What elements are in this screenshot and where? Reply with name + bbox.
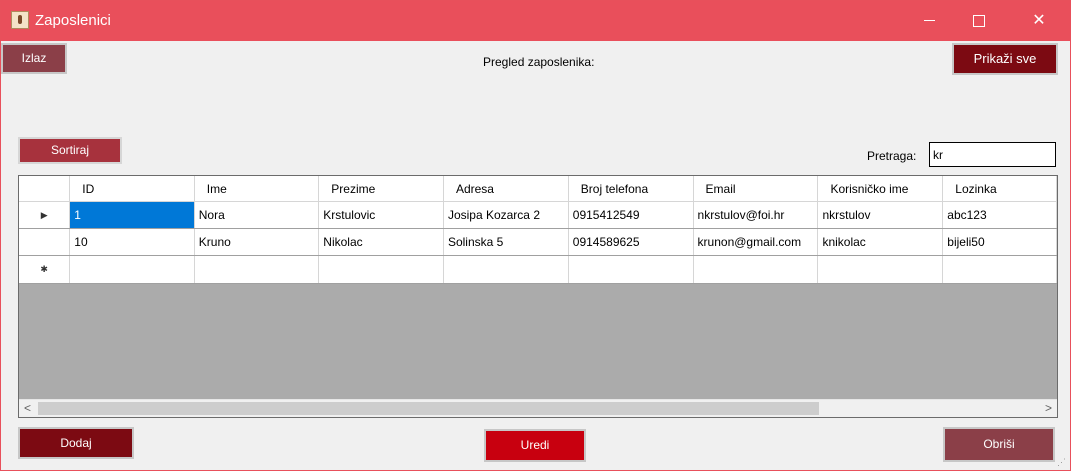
row-header-cell[interactable]: [19, 228, 71, 256]
corner-header-cell: [19, 176, 71, 202]
column-header-adresa[interactable]: Adresa: [443, 176, 569, 202]
column-header-lozinka[interactable]: Lozinka: [942, 176, 1057, 202]
cell-adresa[interactable]: Solinska 5: [443, 228, 569, 256]
cell-broj-telefona[interactable]: 0915412549: [568, 201, 694, 229]
main-window: Zaposlenici ✕ Izlaz Pregled zaposlenika:…: [0, 0, 1071, 471]
search-label: Pretraga:: [867, 149, 917, 163]
cell-email[interactable]: krunon@gmail.com: [693, 228, 819, 256]
column-header-ime[interactable]: Ime: [194, 176, 320, 202]
title-bar[interactable]: Zaposlenici ✕: [1, 1, 1070, 41]
maximize-icon: [973, 14, 985, 27]
employees-grid[interactable]: ID Ime Prezime Adresa Broj telefona Emai…: [18, 175, 1058, 418]
cell-adresa[interactable]: Josipa Kozarca 2: [443, 201, 569, 229]
maximize-button[interactable]: [956, 1, 1002, 41]
new-cell[interactable]: [194, 255, 320, 284]
column-header-broj-telefona[interactable]: Broj telefona: [568, 176, 694, 202]
employees-table: ID Ime Prezime Adresa Broj telefona Emai…: [19, 176, 1057, 284]
new-cell[interactable]: [443, 255, 569, 284]
cell-prezime[interactable]: Nikolac: [318, 228, 444, 256]
cell-korisnicko-ime[interactable]: knikolac: [817, 228, 944, 256]
new-row[interactable]: ✱: [19, 255, 1057, 284]
column-header-prezime[interactable]: Prezime: [318, 176, 444, 202]
new-cell[interactable]: [69, 255, 195, 284]
column-header-id[interactable]: ID: [69, 176, 195, 202]
new-cell[interactable]: [568, 255, 694, 284]
show-all-button[interactable]: Prikaži sve: [952, 43, 1058, 75]
cell-id[interactable]: 10: [69, 228, 195, 256]
new-cell[interactable]: [693, 255, 819, 284]
scroll-left-icon[interactable]: <: [19, 400, 36, 417]
header-row: ID Ime Prezime Adresa Broj telefona Emai…: [19, 176, 1057, 202]
page-title: Pregled zaposlenika:: [483, 55, 595, 69]
close-button[interactable]: ✕: [1016, 1, 1062, 41]
current-row-indicator-icon[interactable]: ▶: [19, 201, 71, 229]
minimize-icon: [923, 20, 935, 22]
scroll-right-icon[interactable]: >: [1040, 400, 1057, 417]
new-cell[interactable]: [318, 255, 444, 284]
table-row[interactable]: 10 Kruno Nikolac Solinska 5 0914589625 k…: [19, 228, 1057, 256]
close-icon: ✕: [1032, 12, 1046, 29]
new-cell[interactable]: [817, 255, 944, 284]
cell-ime[interactable]: Nora: [194, 201, 320, 229]
new-row-icon[interactable]: ✱: [19, 255, 71, 284]
cell-lozinka[interactable]: abc123: [942, 201, 1057, 229]
column-header-email[interactable]: Email: [693, 176, 819, 202]
delete-button[interactable]: Obriši: [943, 427, 1055, 462]
add-button[interactable]: Dodaj: [18, 427, 134, 459]
cell-prezime[interactable]: Krstulovic: [318, 201, 444, 229]
sort-button[interactable]: Sortiraj: [18, 137, 122, 164]
cell-id[interactable]: 1: [69, 201, 195, 229]
cell-lozinka[interactable]: bijeli50: [942, 228, 1057, 256]
exit-button[interactable]: Izlaz: [1, 43, 67, 74]
cell-ime[interactable]: Kruno: [194, 228, 320, 256]
window-title: Zaposlenici: [35, 12, 111, 29]
cell-email[interactable]: nkrstulov@foi.hr: [693, 201, 819, 229]
app-icon: [11, 11, 29, 29]
scrollbar-thumb[interactable]: [38, 402, 819, 415]
table-row[interactable]: ▶ 1 Nora Krstulovic Josipa Kozarca 2 091…: [19, 201, 1057, 229]
search-input[interactable]: [929, 142, 1056, 167]
cell-broj-telefona[interactable]: 0914589625: [568, 228, 694, 256]
edit-button[interactable]: Uredi: [484, 429, 586, 462]
resize-grip-icon[interactable]: ⋰: [1057, 457, 1067, 467]
column-header-korisnicko-ime[interactable]: Korisničko ime: [817, 176, 944, 202]
new-cell[interactable]: [942, 255, 1057, 284]
cell-korisnicko-ime[interactable]: nkrstulov: [817, 201, 944, 229]
minimize-button[interactable]: [906, 1, 952, 41]
horizontal-scrollbar[interactable]: < >: [19, 399, 1057, 417]
